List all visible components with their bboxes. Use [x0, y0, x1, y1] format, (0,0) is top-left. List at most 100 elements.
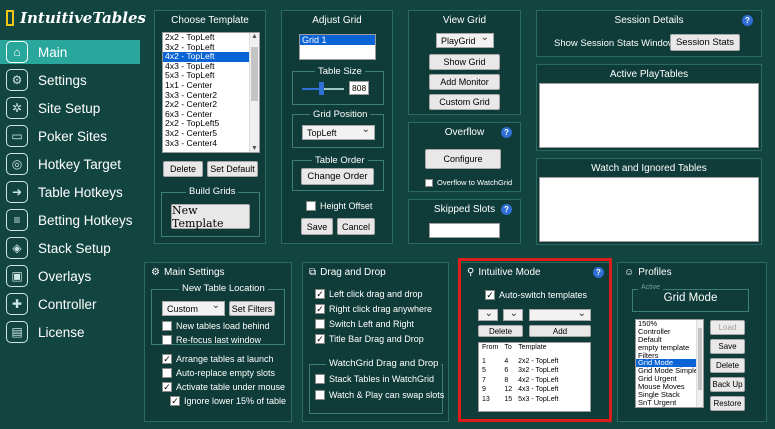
- template-list-item[interactable]: 2x2 - TopLeft: [163, 33, 249, 43]
- sidebar-item-overlays[interactable]: ▣ Overlays: [0, 264, 140, 288]
- scroll-up-icon[interactable]: ▲: [251, 33, 258, 40]
- profile-list-item[interactable]: Grid Mode Simple: [636, 367, 696, 375]
- main-setting-check-box[interactable]: [162, 335, 172, 345]
- main-setting-check-box[interactable]: ✓: [170, 396, 180, 406]
- grid-position-select[interactable]: TopLeft: [302, 124, 375, 140]
- overflow-help-icon[interactable]: ?: [501, 127, 512, 138]
- watchgrid-checkbox[interactable]: Stack Tables in WatchGrid: [315, 374, 434, 384]
- profile-list-item[interactable]: Mouse Moves: [636, 383, 696, 391]
- watchgrid-checkbox[interactable]: Watch & Play can swap slots: [315, 390, 444, 400]
- auto-switch-checkbox[interactable]: ✓ Auto-switch templates: [485, 290, 587, 300]
- template-list-item[interactable]: 5x3 - TopLeft: [163, 71, 249, 81]
- custom-grid-button[interactable]: Custom Grid: [429, 94, 500, 110]
- skipped-slots-help-icon[interactable]: ?: [501, 204, 512, 215]
- main-setting-check-box[interactable]: [162, 321, 172, 331]
- drag-drop-checkbox[interactable]: ✓ Left click drag and drop: [315, 289, 423, 299]
- sidebar-item-site-setup[interactable]: ✲ Site Setup: [0, 96, 140, 120]
- scroll-down-icon[interactable]: ▼: [251, 145, 258, 152]
- main-setting-checkbox[interactable]: New tables load behind: [162, 321, 270, 331]
- profiles-scrollbar[interactable]: [696, 320, 703, 407]
- drag-drop-check-box[interactable]: [315, 319, 325, 329]
- template-list-item[interactable]: 6x3 - Center: [163, 110, 249, 120]
- session-stats-button[interactable]: Session Stats: [670, 34, 740, 51]
- configure-button[interactable]: Configure: [425, 149, 501, 169]
- watchgrid-check-box[interactable]: [315, 390, 325, 400]
- grid-name-item[interactable]: Grid 1: [300, 35, 375, 45]
- sidebar-item-poker-sites[interactable]: ▭ Poker Sites: [0, 124, 140, 148]
- intuitive-delete-button[interactable]: Delete: [478, 325, 523, 337]
- watchgrid-check-box[interactable]: [315, 374, 325, 384]
- scrollbar-thumb[interactable]: [251, 47, 258, 101]
- profile-load-button[interactable]: Load: [710, 320, 745, 335]
- intuitive-help-icon[interactable]: ?: [593, 267, 604, 278]
- set-default-button[interactable]: Set Default: [207, 161, 258, 177]
- table-row[interactable]: 9 12 4x3 - TopLeft: [479, 385, 561, 395]
- add-monitor-button[interactable]: Add Monitor: [429, 74, 500, 90]
- profile-save-button[interactable]: Save: [710, 339, 745, 354]
- profile-list-item[interactable]: Controller: [636, 328, 696, 336]
- sidebar-item-main[interactable]: ⌂ Main: [0, 40, 140, 64]
- profile-list-item[interactable]: 150%: [636, 320, 696, 328]
- drag-drop-check-box[interactable]: ✓: [315, 334, 325, 344]
- table-row[interactable]: 5 6 3x2 - TopLeft: [479, 366, 561, 376]
- table-size-slider-thumb[interactable]: [318, 82, 324, 95]
- profile-list-item[interactable]: Filters: [636, 352, 696, 360]
- profile-list-item[interactable]: SnT Urgent: [636, 399, 696, 407]
- table-row[interactable]: 7 8 4x2 - TopLeft: [479, 376, 561, 386]
- template-select[interactable]: [529, 308, 591, 321]
- height-offset-checkbox[interactable]: Height Offset: [306, 201, 372, 211]
- template-list-item[interactable]: 1x1 - Center: [163, 81, 249, 91]
- active-playtables-list[interactable]: [539, 83, 759, 148]
- template-list-item[interactable]: 3x3 - Center4: [163, 139, 249, 149]
- template-list-item[interactable]: 2x2 - Center2: [163, 100, 249, 110]
- sidebar-item-table-hotkeys[interactable]: ➜ Table Hotkeys: [0, 180, 140, 204]
- profile-restore-button[interactable]: Restore: [710, 396, 745, 411]
- sidebar-item-license[interactable]: ▤ License: [0, 320, 140, 344]
- sidebar-item-hotkey-target[interactable]: ◎ Hotkey Target: [0, 152, 140, 176]
- template-list-item[interactable]: 3x2 - TopLeft: [163, 43, 249, 53]
- profile-delete-button[interactable]: Delete: [710, 358, 745, 373]
- height-offset-check-box[interactable]: [306, 201, 316, 211]
- set-filters-button[interactable]: Set Filters: [229, 301, 275, 316]
- template-list-item[interactable]: 3x3 - Center2: [163, 91, 249, 101]
- profile-list-item[interactable]: Single Stack: [636, 391, 696, 399]
- drag-drop-check-box[interactable]: ✓: [315, 304, 325, 314]
- sidebar-item-stack-setup[interactable]: ◈ Stack Setup: [0, 236, 140, 260]
- drag-drop-checkbox[interactable]: ✓ Title Bar Drag and Drop: [315, 334, 424, 344]
- profile-list-item[interactable]: Grid Mode: [636, 359, 696, 368]
- main-setting-check-box[interactable]: ✓: [162, 354, 172, 364]
- from-select[interactable]: [478, 308, 498, 321]
- table-row[interactable]: 13 15 5x3 - TopLeft: [479, 395, 561, 405]
- main-setting-checkbox[interactable]: Auto-replace empty slots: [162, 368, 275, 378]
- sidebar-item-betting-hotkeys[interactable]: ≡ Betting Hotkeys: [0, 208, 140, 232]
- auto-switch-check-box[interactable]: ✓: [485, 290, 495, 300]
- drag-drop-check-box[interactable]: ✓: [315, 289, 325, 299]
- overflow-watchgrid-checkbox[interactable]: Overflow to WatchGrid: [425, 178, 512, 187]
- change-order-button[interactable]: Change Order: [301, 168, 374, 185]
- grid-cancel-button[interactable]: Cancel: [337, 218, 375, 235]
- sidebar-item-controller[interactable]: ✚ Controller: [0, 292, 140, 316]
- drag-drop-checkbox[interactable]: Switch Left and Right: [315, 319, 414, 329]
- profiles-listbox[interactable]: 150% Controller Default empty template Filte…: [635, 319, 704, 408]
- template-list-item[interactable]: 4x3 - TopLeft: [163, 62, 249, 72]
- main-setting-checkbox[interactable]: ✓ Ignore lower 15% of table: [170, 396, 286, 406]
- grid-save-button[interactable]: Save: [301, 218, 333, 235]
- profile-list-item[interactable]: Default: [636, 336, 696, 344]
- intuitive-rules-table[interactable]: From To Template 1 4 2x2 - TopLeft 5 6 3x2 - Top…: [478, 342, 591, 412]
- grid-name-list[interactable]: Grid 1: [299, 34, 376, 60]
- main-setting-check-box[interactable]: ✓: [162, 382, 172, 392]
- watch-ignored-list[interactable]: [539, 177, 759, 242]
- template-list-item[interactable]: 2x2 - TopLeft5: [163, 119, 249, 129]
- main-setting-checkbox[interactable]: Re-focus last window: [162, 335, 261, 345]
- template-list-item[interactable]: 4x2 - TopLeft: [163, 52, 249, 62]
- template-list-item[interactable]: 3x2 - Center5: [163, 129, 249, 139]
- profile-backup-button[interactable]: Back Up: [710, 377, 745, 392]
- profile-list-item[interactable]: empty template: [636, 344, 696, 352]
- table-size-input[interactable]: 808: [349, 81, 369, 95]
- sidebar-item-settings[interactable]: ⚙ Settings: [0, 68, 140, 92]
- main-setting-checkbox[interactable]: ✓ Arrange tables at launch: [162, 354, 274, 364]
- show-grid-button[interactable]: Show Grid: [429, 54, 500, 70]
- profile-list-item[interactable]: Grid Urgent: [636, 375, 696, 383]
- new-template-button[interactable]: New Template: [171, 204, 250, 230]
- to-select[interactable]: [503, 308, 523, 321]
